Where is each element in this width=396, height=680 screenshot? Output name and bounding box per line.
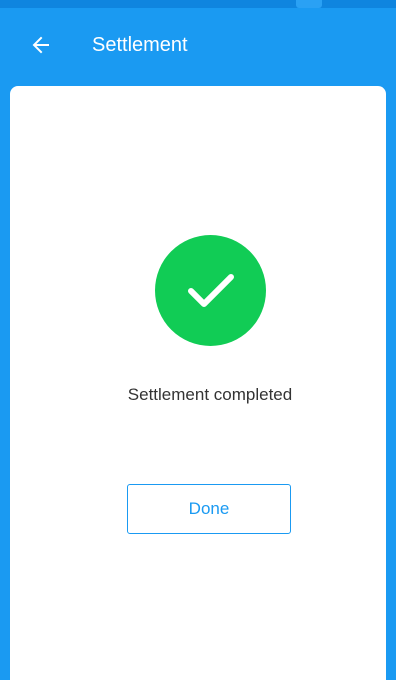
app-bar: Settlement [0,8,396,82]
status-bar-notch [296,0,322,8]
arrow-left-icon [32,36,49,54]
page-title: Settlement [92,34,188,56]
status-message: Settlement completed [127,385,293,404]
success-badge [155,235,266,346]
back-button[interactable] [26,30,56,60]
result-card: Settlement completed Done [10,86,386,680]
settlement-screen: Settlement Settlement completed Done [0,0,396,680]
checkmark-icon [187,273,234,307]
status-bar [0,0,396,8]
done-button[interactable]: Done [127,484,291,534]
